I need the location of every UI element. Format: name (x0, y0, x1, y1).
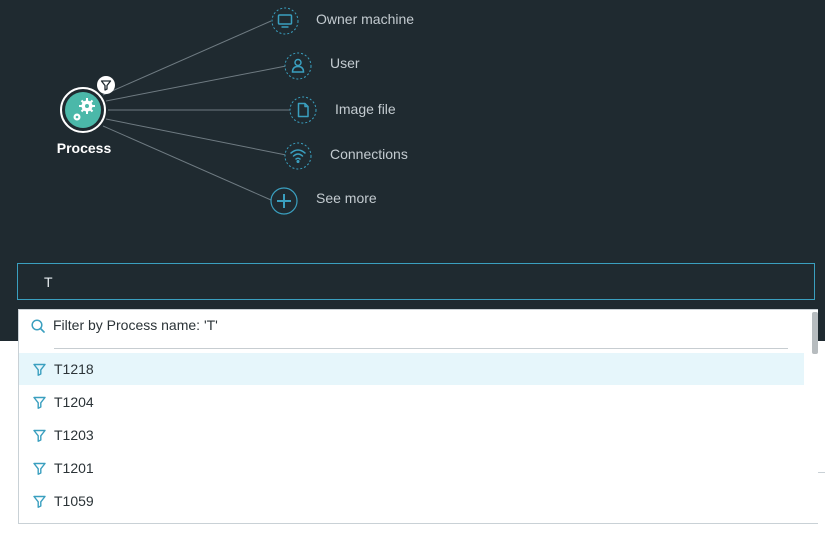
filter-by-name-text: Filter by Process name: 'T' (53, 317, 218, 333)
background-divider (818, 472, 825, 473)
see-more-label[interactable]: See more (316, 190, 377, 206)
option-label: T1201 (54, 460, 94, 476)
owner-machine-node[interactable] (271, 7, 299, 35)
user-label[interactable]: User (330, 55, 360, 71)
suggestions-dropdown: Filter by Process name: 'T' T1218 T1204 … (18, 309, 818, 524)
owner-machine-label[interactable]: Owner machine (316, 11, 414, 27)
filter-by-name-option[interactable]: Filter by Process name: 'T' (19, 310, 804, 340)
option-label: T1218 (54, 361, 94, 377)
edge-owner-machine (102, 20, 272, 96)
filter-icon (33, 363, 46, 376)
option-item[interactable]: T1218 (19, 353, 804, 385)
option-item[interactable]: T1059 (19, 485, 804, 517)
edge-see-more (102, 125, 272, 201)
connections-node[interactable] (284, 142, 312, 170)
see-more-node[interactable] (270, 187, 298, 215)
filter-badge-icon[interactable] (97, 76, 115, 94)
dropdown-scrollbar-thumb[interactable] (812, 312, 818, 354)
process-node[interactable] (60, 87, 106, 133)
option-item[interactable]: T1203 (19, 419, 804, 451)
option-label: T1204 (54, 394, 94, 410)
image-file-label[interactable]: Image file (335, 101, 396, 117)
filter-icon (33, 396, 46, 409)
filter-icon (33, 462, 46, 475)
filter-icon (33, 495, 46, 508)
image-file-node[interactable] (289, 96, 317, 124)
edge-user (105, 65, 287, 102)
edge-connections (105, 118, 287, 156)
process-label: Process (56, 140, 112, 156)
search-icon (31, 319, 45, 333)
user-node[interactable] (284, 52, 312, 80)
filter-icon (33, 429, 46, 442)
divider (54, 348, 788, 349)
connections-label[interactable]: Connections (330, 146, 408, 162)
search-box[interactable] (17, 263, 815, 300)
option-item[interactable]: T1201 (19, 452, 804, 484)
option-item[interactable]: T1204 (19, 386, 804, 418)
option-label: T1059 (54, 493, 94, 509)
search-input[interactable] (30, 264, 814, 299)
option-label: T1203 (54, 427, 94, 443)
